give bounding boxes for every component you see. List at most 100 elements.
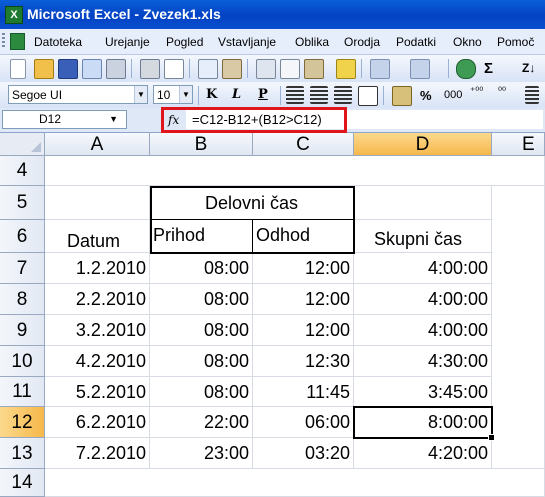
cell-date[interactable]: 7.2.2010 [45, 438, 150, 469]
cell-total[interactable]: 3:45:00 [354, 377, 492, 407]
paste-icon[interactable] [304, 59, 324, 79]
cell-arrival[interactable]: 08:00 [150, 377, 253, 407]
format-painter-icon[interactable] [336, 59, 356, 79]
cell-arrival[interactable]: 08:00 [150, 315, 253, 346]
row-header-8[interactable]: 8 [0, 284, 45, 315]
print-preview-icon[interactable] [164, 59, 184, 79]
cell-arrival[interactable]: 23:00 [150, 438, 253, 469]
font-size-select[interactable]: 10 ▼ [153, 85, 193, 104]
align-right-icon[interactable] [334, 86, 352, 104]
align-left-icon[interactable] [286, 86, 304, 104]
row-header-6[interactable]: 6 [0, 220, 45, 253]
header-skupni-cas[interactable]: Skupni čas [354, 220, 492, 253]
cell-date[interactable]: 6.2.2010 [45, 407, 150, 438]
cell-arrival[interactable]: 08:00 [150, 284, 253, 315]
permission-icon[interactable] [82, 59, 102, 79]
name-box[interactable]: D12 ▼ [2, 110, 127, 129]
cell-departure[interactable]: 03:20 [253, 438, 354, 469]
column-header-b[interactable]: B [150, 133, 253, 156]
chevron-down-icon[interactable]: ▼ [109, 111, 118, 128]
row-4-cells[interactable] [45, 156, 545, 186]
menu-datoteka[interactable]: Datoteka [34, 35, 82, 49]
thousands-button[interactable]: 000 [444, 89, 462, 101]
row-header-13[interactable]: 13 [0, 438, 45, 469]
column-header-c[interactable]: C [253, 133, 354, 156]
row-header-12[interactable]: 12 [0, 407, 45, 438]
cell-arrival[interactable]: 08:00 [150, 253, 253, 284]
excel-app-icon[interactable]: X [5, 6, 23, 24]
row-14-cells[interactable] [45, 469, 545, 497]
chevron-down-icon[interactable]: ▼ [179, 86, 192, 103]
print-icon[interactable] [140, 59, 160, 79]
copy-icon[interactable] [280, 59, 300, 79]
cell-a5[interactable] [45, 186, 150, 220]
column-header-e[interactable]: E [492, 133, 545, 156]
cell-departure[interactable]: 12:30 [253, 346, 354, 377]
select-all-corner[interactable] [0, 133, 45, 156]
cell-arrival[interactable]: 08:00 [150, 346, 253, 377]
cell-total[interactable]: 4:00:00 [354, 315, 492, 346]
percent-button[interactable]: % [420, 88, 432, 103]
cell-departure[interactable]: 11:45 [253, 377, 354, 407]
menubar-grip-icon[interactable] [2, 33, 5, 49]
cell-arrival[interactable]: 22:00 [150, 407, 253, 438]
column-header-d[interactable]: D [354, 133, 492, 156]
column-e-cells[interactable] [492, 186, 545, 469]
menu-okno[interactable]: Okno [453, 35, 482, 49]
header-odhod[interactable]: Odhod [253, 220, 354, 253]
row-header-4[interactable]: 4 [0, 156, 45, 186]
cell-total[interactable]: 4:30:00 [354, 346, 492, 377]
currency-icon[interactable] [392, 86, 412, 106]
menu-urejanje[interactable]: Urejanje [105, 35, 150, 49]
cell-departure[interactable]: 12:00 [253, 253, 354, 284]
fill-handle[interactable] [488, 434, 495, 441]
new-file-icon[interactable] [10, 59, 26, 79]
menu-oblika[interactable]: Oblika [295, 35, 329, 49]
row-header-10[interactable]: 10 [0, 346, 45, 377]
menu-orodja[interactable]: Orodja [344, 35, 380, 49]
hyperlink-icon[interactable] [456, 59, 476, 79]
row-header-11[interactable]: 11 [0, 377, 45, 407]
cell-departure[interactable]: 06:00 [253, 407, 354, 438]
row-header-14[interactable]: 14 [0, 469, 45, 497]
cell-departure[interactable]: 12:00 [253, 315, 354, 346]
undo-icon[interactable] [370, 59, 390, 79]
underline-button[interactable]: P [258, 87, 268, 102]
sort-ascending-button[interactable]: Z↓ [522, 61, 535, 75]
header-prihod[interactable]: Prihod [150, 220, 253, 253]
cell-date[interactable]: 1.2.2010 [45, 253, 150, 284]
align-center-icon[interactable] [310, 86, 328, 104]
chevron-down-icon[interactable]: ▼ [134, 86, 147, 103]
menu-vstavljanje[interactable]: Vstavljanje [218, 35, 276, 49]
column-header-a[interactable]: A [45, 133, 150, 156]
italic-button[interactable]: L [232, 87, 241, 102]
header-delovni-cas[interactable]: Delovni čas [150, 186, 354, 220]
increase-decimal-button[interactable]: ⁺⁰⁰ [470, 86, 483, 97]
cell-date[interactable]: 4.2.2010 [45, 346, 150, 377]
save-icon[interactable] [58, 59, 78, 79]
merge-center-icon[interactable] [358, 86, 378, 106]
open-folder-icon[interactable] [34, 59, 54, 79]
header-datum[interactable]: Datum [45, 220, 150, 253]
cut-icon[interactable] [256, 59, 276, 79]
email-icon[interactable] [106, 59, 126, 79]
decrease-decimal-button[interactable]: ⁰⁰ [498, 86, 506, 97]
row-header-7[interactable]: 7 [0, 253, 45, 284]
research-icon[interactable] [222, 59, 242, 79]
cell-total[interactable]: 4:20:00 [354, 438, 492, 469]
cell-date[interactable]: 3.2.2010 [45, 315, 150, 346]
bold-button[interactable]: K [206, 87, 217, 102]
menu-pogled[interactable]: Pogled [166, 35, 203, 49]
menu-podatki[interactable]: Podatki [396, 35, 436, 49]
row-header-5[interactable]: 5 [0, 186, 45, 220]
cell-date[interactable]: 2.2.2010 [45, 284, 150, 315]
decrease-indent-icon[interactable] [525, 86, 539, 104]
font-name-select[interactable]: Segoe UI ▼ [8, 85, 148, 104]
cell-total[interactable]: 4:00:00 [354, 284, 492, 315]
workbook-icon[interactable] [10, 33, 25, 50]
autosum-button[interactable]: Σ [484, 60, 493, 77]
row-header-9[interactable]: 9 [0, 315, 45, 346]
cell-total[interactable]: 4:00:00 [354, 253, 492, 284]
cell-departure[interactable]: 12:00 [253, 284, 354, 315]
cell-date[interactable]: 5.2.2010 [45, 377, 150, 407]
